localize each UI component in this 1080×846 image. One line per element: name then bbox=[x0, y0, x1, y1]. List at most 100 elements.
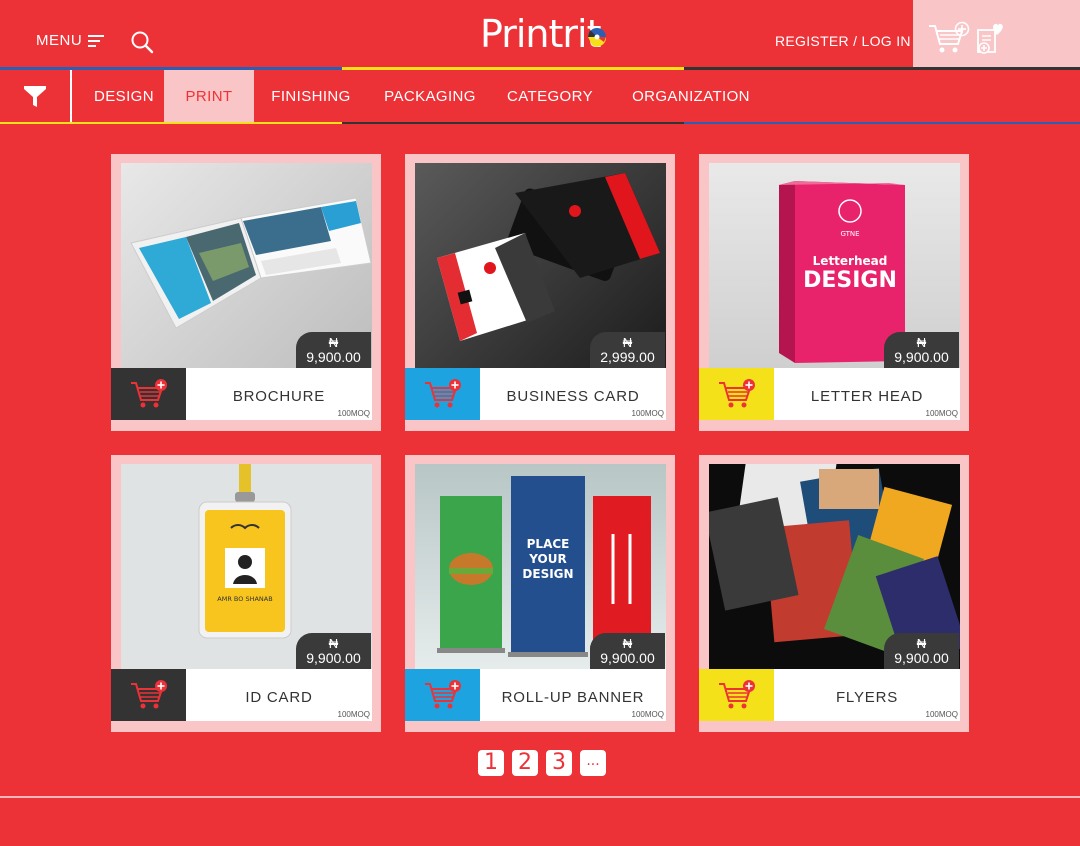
product-card-brochure[interactable]: ₦ 9,900.00 BROCHURE 100MOQ bbox=[111, 154, 381, 431]
price-value: 9,900.00 bbox=[306, 650, 361, 666]
tab-label: CATEGORY bbox=[507, 87, 593, 105]
moq-label: 100MOQ bbox=[631, 409, 664, 418]
register-login-link[interactable]: REGISTER / LOG IN bbox=[775, 33, 911, 49]
price-tag: ₦ 9,900.00 bbox=[884, 633, 959, 669]
nav-underline-yellow bbox=[0, 122, 342, 124]
tab-packaging[interactable]: PACKAGING bbox=[376, 70, 484, 122]
add-to-cart-button[interactable] bbox=[111, 368, 186, 420]
price-tag: ₦ 9,900.00 bbox=[296, 633, 371, 669]
product-name[interactable]: BROCHURE bbox=[186, 388, 372, 405]
price-value: 9,900.00 bbox=[306, 349, 361, 365]
pagination: 1 2 3 ... bbox=[478, 750, 606, 776]
price-value: 9,900.00 bbox=[600, 650, 655, 666]
menu-label: MENU bbox=[36, 32, 83, 49]
cart-add-icon bbox=[424, 379, 461, 408]
tab-label: PACKAGING bbox=[384, 87, 476, 105]
currency-symbol: ₦ bbox=[328, 636, 339, 651]
header: MENU Printrit REGISTER / LOG IN bbox=[0, 0, 1080, 70]
tab-organization[interactable]: ORGANIZATION bbox=[624, 70, 758, 122]
hamburger-icon bbox=[88, 34, 105, 47]
footer-divider bbox=[0, 796, 1080, 798]
price-tag: ₦ 2,999.00 bbox=[590, 332, 665, 368]
menu-button[interactable]: MENU bbox=[36, 32, 105, 49]
product-name-box: ID CARD 100MOQ bbox=[186, 669, 372, 721]
product-name-box: BUSINESS CARD 100MOQ bbox=[480, 368, 666, 420]
add-to-cart-button[interactable] bbox=[405, 669, 480, 721]
card-footer: BUSINESS CARD 100MOQ bbox=[405, 368, 666, 420]
cart-add-icon bbox=[424, 680, 461, 709]
price-value: 9,900.00 bbox=[894, 349, 949, 365]
tab-label: DESIGN bbox=[94, 87, 154, 105]
product-name[interactable]: ROLL-UP BANNER bbox=[480, 689, 666, 706]
page-2-button[interactable]: 2 bbox=[512, 750, 538, 776]
product-name-box: FLYERS 100MOQ bbox=[774, 669, 960, 721]
nav-underline-dark bbox=[342, 122, 684, 124]
product-card-roll-up-banner[interactable]: PLACE YOUR DESIGN ₦ 9,900.00 ROLL-UP BAN… bbox=[405, 455, 675, 732]
tab-category[interactable]: CATEGORY bbox=[500, 70, 600, 122]
card-footer: LETTER HEAD 100MOQ bbox=[699, 368, 960, 420]
product-name[interactable]: ID CARD bbox=[186, 689, 372, 706]
logo-e-icon bbox=[588, 28, 607, 47]
cart-add-icon bbox=[718, 379, 755, 408]
letterhead-brand: GTNE bbox=[840, 230, 859, 238]
product-name-box: BROCHURE 100MOQ bbox=[186, 368, 372, 420]
product-name-box: LETTER HEAD 100MOQ bbox=[774, 368, 960, 420]
nav-underline-blue bbox=[684, 122, 1080, 124]
cart-add-icon bbox=[130, 680, 167, 709]
card-footer: ID CARD 100MOQ bbox=[111, 669, 372, 721]
price-tag: ₦ 9,900.00 bbox=[884, 332, 959, 368]
product-card-business-card[interactable]: ₦ 2,999.00 BUSINESS CARD 100MOQ bbox=[405, 154, 675, 431]
funnel-icon bbox=[24, 86, 46, 107]
price-tag: ₦ 9,900.00 bbox=[590, 633, 665, 669]
letterhead-text1: Letterhead bbox=[813, 254, 888, 268]
moq-label: 100MOQ bbox=[925, 710, 958, 719]
currency-symbol: ₦ bbox=[328, 335, 339, 350]
card-footer: BROCHURE 100MOQ bbox=[111, 368, 372, 420]
letterhead-text2: DESIGN bbox=[803, 268, 897, 293]
filter-button[interactable] bbox=[0, 70, 72, 122]
price-value: 9,900.00 bbox=[894, 650, 949, 666]
price-value: 2,999.00 bbox=[600, 349, 655, 365]
product-card-flyers[interactable]: ₦ 9,900.00 FLYERS 100MOQ bbox=[699, 455, 969, 732]
currency-symbol: ₦ bbox=[622, 636, 633, 651]
tab-label: FINISHING bbox=[271, 87, 351, 105]
product-name[interactable]: LETTER HEAD bbox=[774, 388, 960, 405]
cart-add-icon[interactable] bbox=[927, 20, 971, 56]
tab-design[interactable]: DESIGN bbox=[84, 70, 164, 122]
moq-label: 100MOQ bbox=[631, 710, 664, 719]
banner-text1: PLACE bbox=[527, 537, 570, 551]
more-pages-button[interactable]: ... bbox=[580, 750, 606, 776]
product-name[interactable]: BUSINESS CARD bbox=[480, 388, 666, 405]
header-cart-area bbox=[913, 0, 1080, 69]
search-icon[interactable] bbox=[130, 30, 154, 54]
add-to-cart-button[interactable] bbox=[699, 368, 774, 420]
add-to-cart-button[interactable] bbox=[405, 368, 480, 420]
banner-text2: YOUR bbox=[528, 552, 566, 566]
product-name-box: ROLL-UP BANNER 100MOQ bbox=[480, 669, 666, 721]
product-name[interactable]: FLYERS bbox=[774, 689, 960, 706]
idcard-name: AMR BO SHANAB bbox=[217, 595, 272, 603]
add-to-cart-button[interactable] bbox=[111, 669, 186, 721]
banner-text3: DESIGN bbox=[522, 567, 573, 581]
tab-finishing[interactable]: FINISHING bbox=[262, 70, 360, 122]
wishlist-add-icon[interactable] bbox=[975, 22, 1005, 56]
moq-label: 100MOQ bbox=[925, 409, 958, 418]
tab-label: ORGANIZATION bbox=[632, 87, 750, 105]
logo[interactable]: Printrit bbox=[480, 12, 601, 56]
add-to-cart-button[interactable] bbox=[699, 669, 774, 721]
page-3-button[interactable]: 3 bbox=[546, 750, 572, 776]
moq-label: 100MOQ bbox=[337, 710, 370, 719]
product-card-letter-head[interactable]: GTNE Letterhead DESIGN ₦ 9,900.00 LETTER… bbox=[699, 154, 969, 431]
price-tag: ₦ 9,900.00 bbox=[296, 332, 371, 368]
currency-symbol: ₦ bbox=[916, 636, 927, 651]
card-footer: FLYERS 100MOQ bbox=[699, 669, 960, 721]
page-1-button[interactable]: 1 bbox=[478, 750, 504, 776]
category-nav: DESIGN PRINT FINISHING PACKAGING CATEGOR… bbox=[0, 70, 1080, 124]
product-card-id-card[interactable]: AMR BO SHANAB ₦ 9,900.00 ID CARD 100MOQ bbox=[111, 455, 381, 732]
currency-symbol: ₦ bbox=[622, 335, 633, 350]
tab-label: PRINT bbox=[185, 87, 233, 105]
currency-symbol: ₦ bbox=[916, 335, 927, 350]
cart-add-icon bbox=[130, 379, 167, 408]
tab-print[interactable]: PRINT bbox=[164, 70, 254, 122]
card-footer: ROLL-UP BANNER 100MOQ bbox=[405, 669, 666, 721]
